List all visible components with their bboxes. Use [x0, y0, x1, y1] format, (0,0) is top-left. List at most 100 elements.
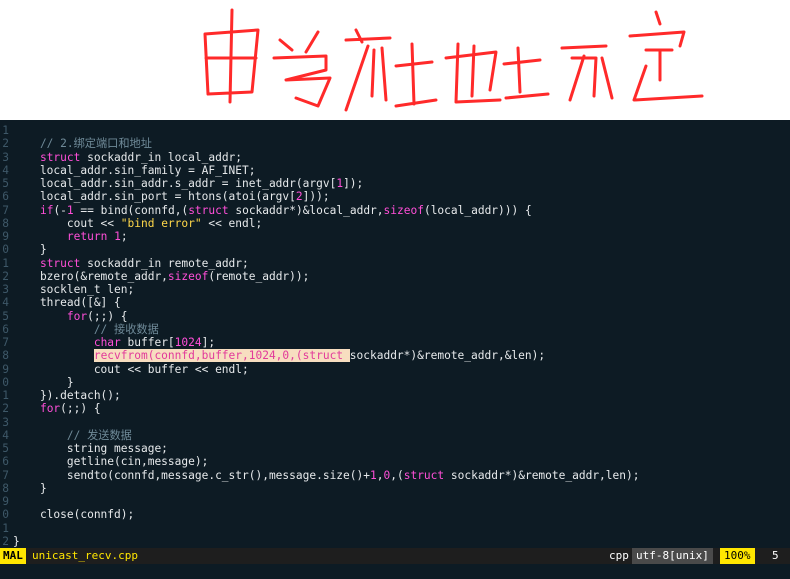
code-text: string message;: [13, 442, 168, 455]
code-text: bzero(&remote_addr,sizeof(remote_addr));: [13, 269, 310, 283]
code-text: cout << "bind error" << endl;: [13, 216, 263, 230]
line-number: 6: [2, 190, 9, 204]
code-line[interactable]: 2 bzero(&remote_addr,sizeof(remote_addr)…: [0, 270, 790, 283]
code-line[interactable]: 1 }).detach();: [0, 389, 790, 402]
code-text: for(;;) {: [39, 402, 101, 416]
code-text: return 1;: [66, 230, 128, 243]
code-text: }).detach();: [13, 389, 121, 402]
code-line[interactable]: 8 cout << "bind error" << endl;: [0, 217, 790, 230]
line-number: 4: [2, 163, 9, 177]
code-line[interactable]: 5 string message;: [0, 442, 790, 455]
code-line[interactable]: 4 local_addr.sin_family = AF_INET;: [0, 164, 790, 177]
mode-indicator: MAL: [0, 548, 26, 564]
status-bar: MAL unicast_recv.cpp cpp utf-8[unix] 100…: [0, 548, 790, 564]
line-number: 7: [2, 336, 9, 349]
line-number: 2: [2, 137, 9, 151]
code-text: close(connfd);: [13, 508, 135, 522]
code-line[interactable]: 8 recvfrom(connfd,buffer,1024,0,(struct …: [0, 349, 790, 363]
scroll-percent: 100%: [720, 548, 755, 564]
code-line[interactable]: 7 sendto(connfd,message.c_str(),message.…: [0, 469, 790, 482]
code-line[interactable]: 0 }: [0, 376, 790, 389]
line-number: 2: [2, 402, 9, 416]
code-line[interactable]: 2 // 2.绑定端口和地址: [0, 137, 790, 150]
code-text: // 2.绑定端口和地址: [13, 137, 152, 151]
code-line[interactable]: 3 struct sockaddr_in local_addr;: [0, 151, 790, 164]
line-number: 4: [2, 296, 9, 310]
code-line[interactable]: 9 return 1;: [0, 230, 790, 243]
line-number: 7: [2, 203, 9, 217]
code-text: getline(cin,message);: [13, 455, 209, 469]
code-text: }: [13, 243, 47, 257]
code-text: // 发送数据: [13, 428, 132, 442]
code-line[interactable]: 6 local_addr.sin_port = htons(atoi(argv[…: [0, 190, 790, 203]
code-line[interactable]: 4 thread([&] {: [0, 296, 790, 309]
code-text: local_addr.sin_addr.s_addr = inet_addr(a…: [13, 177, 364, 190]
code-text: char buffer[1024];: [93, 336, 216, 349]
line-number: 5: [2, 177, 9, 190]
command-line[interactable]: [0, 564, 790, 579]
code-line[interactable]: 6 // 接收数据: [0, 323, 790, 336]
filename-label: unicast_recv.cpp: [32, 549, 138, 562]
code-line[interactable]: 1: [0, 124, 790, 137]
code-text: }: [13, 534, 20, 548]
code-text: local_addr.sin_port = htons(atoi(argv[2]…: [13, 190, 330, 204]
code-line[interactable]: 6 getline(cin,message);: [0, 455, 790, 468]
handwritten-annotation: [203, 8, 704, 112]
code-line[interactable]: 0 }: [0, 243, 790, 256]
line-number: 3: [2, 415, 9, 429]
line-number: 8: [2, 481, 9, 495]
code-line[interactable]: 0 close(connfd);: [0, 508, 790, 521]
code-line[interactable]: 3: [0, 416, 790, 429]
code-text: }: [13, 375, 74, 389]
line-number: 3: [2, 150, 9, 164]
line-number: 0: [2, 243, 9, 257]
code-line[interactable]: 1: [0, 522, 790, 535]
line-number: 2: [2, 269, 9, 283]
line-number: 1: [2, 256, 9, 270]
line-number: 8: [2, 216, 9, 230]
code-text: struct sockaddr_in remote_addr;: [39, 256, 249, 270]
line-number: 0: [2, 375, 9, 389]
line-number: 3: [2, 283, 9, 296]
line-number: 5: [2, 309, 9, 323]
code-line[interactable]: 5 local_addr.sin_addr.s_addr = inet_addr…: [0, 177, 790, 190]
line-number: 0: [2, 508, 9, 522]
code-line[interactable]: 3 socklen_t len;: [0, 283, 790, 296]
code-text: thread([&] {: [13, 296, 121, 310]
code-text: if(-1 == bind(connfd,(struct sockaddr*)&…: [39, 203, 532, 217]
code-line[interactable]: 9 cout << buffer << endl;: [0, 363, 790, 376]
code-text: local_addr.sin_family = AF_INET;: [13, 163, 256, 177]
code-text: // 接收数据: [13, 322, 159, 336]
code-line[interactable]: 5 for(;;) {: [0, 310, 790, 323]
line-number: 5: [2, 442, 9, 455]
code-text: sendto(connfd,message.c_str(),message.si…: [13, 468, 640, 482]
code-line[interactable]: 7 char buffer[1024];: [0, 336, 790, 349]
code-line[interactable]: 1 struct sockaddr_in remote_addr;: [0, 257, 790, 270]
selection-highlight: recvfrom(connfd,buffer,1024,0,(struct: [93, 349, 350, 363]
line-number: 9: [2, 362, 9, 376]
line-number: 4: [2, 428, 9, 442]
line-number: 9: [2, 495, 9, 508]
code-line[interactable]: 8 }: [0, 482, 790, 495]
code-editor[interactable]: 12 // 2.绑定端口和地址 3 struct sockaddr_in loca…: [0, 120, 790, 548]
code-line[interactable]: 9: [0, 495, 790, 508]
cursor-position: 5: [772, 549, 779, 562]
code-text: for(;;) {: [66, 309, 128, 323]
line-number: 9: [2, 230, 9, 243]
line-number: 6: [2, 322, 9, 336]
line-number: 7: [2, 468, 9, 482]
filetype-label: cpp: [609, 549, 629, 562]
code-text: cout << buffer << endl;: [13, 362, 249, 376]
line-number: 6: [2, 455, 9, 469]
code-line[interactable]: 2 for(;;) {: [0, 402, 790, 415]
line-number: 8: [2, 349, 9, 363]
line-number: 1: [2, 389, 9, 402]
code-text: }: [13, 481, 47, 495]
line-number: 1: [2, 521, 9, 535]
code-line[interactable]: 2}: [0, 535, 790, 548]
encoding-label: utf-8[unix]: [632, 548, 713, 564]
code-line[interactable]: 7 if(-1 == bind(connfd,(struct sockaddr*…: [0, 204, 790, 217]
code-text: struct sockaddr_in local_addr;: [39, 150, 243, 164]
line-number: 1: [2, 124, 9, 137]
code-line[interactable]: 4 // 发送数据: [0, 429, 790, 442]
